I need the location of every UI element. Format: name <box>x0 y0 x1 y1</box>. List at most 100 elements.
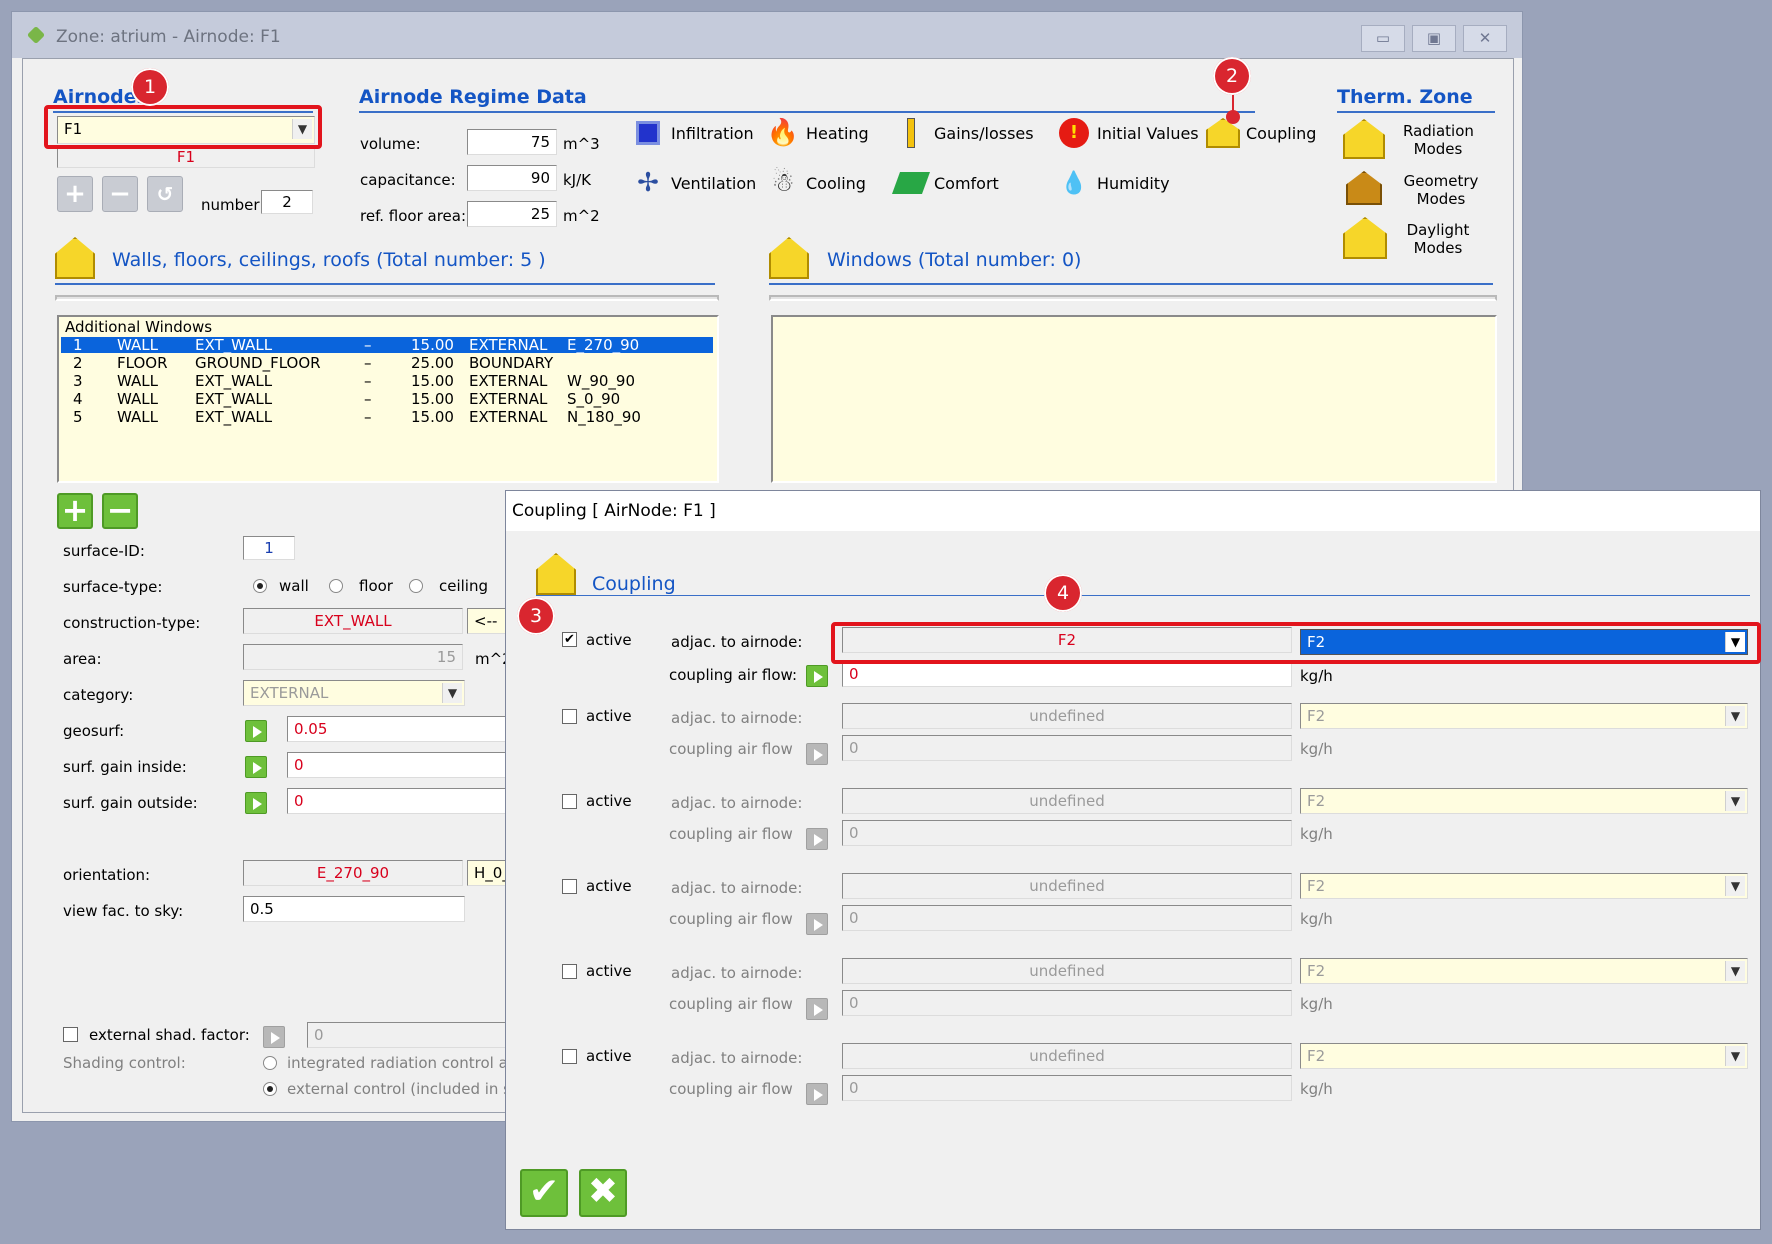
coupling-flow-play-button-6[interactable] <box>806 1083 828 1105</box>
chevron-down-icon[interactable]: ▼ <box>1725 791 1745 811</box>
remove-wall-button[interactable]: − <box>102 493 138 529</box>
coupling-flow-play-button-3[interactable] <box>806 828 828 850</box>
maximize-button[interactable]: ▣ <box>1412 25 1456 52</box>
gain-inside-play-button[interactable] <box>245 756 267 778</box>
therm-zone-divider <box>1337 111 1495 113</box>
chevron-down-icon[interactable]: ▼ <box>1725 706 1745 726</box>
chevron-down-icon[interactable]: ▼ <box>442 683 462 703</box>
shading-integrated-radio[interactable] <box>263 1056 277 1070</box>
shad-play-button[interactable] <box>263 1026 285 1048</box>
initial-values-tool[interactable]: ! Initial Values <box>1055 114 1199 152</box>
geosurf-play-button[interactable] <box>245 720 267 742</box>
external-shad-label: external shad. factor: <box>89 1026 250 1044</box>
adjacent-airnode-field-2: undefined <box>842 703 1292 729</box>
walls-list[interactable]: Additional Windows 1 WALL EXT_WALL – 15.00 EX… <box>57 315 719 483</box>
infiltration-label: Infiltration <box>671 123 754 143</box>
table-cell: WALL <box>117 408 158 426</box>
radiation-modes-label[interactable]: Radiation Modes <box>1403 122 1474 158</box>
coupling-active-checkbox-5[interactable] <box>562 964 577 979</box>
humidity-tool[interactable]: 💧 Humidity <box>1055 164 1169 202</box>
table-row[interactable]: 1 WALL EXT_WALL – 15.00 EXTERNAL E_270_90 <box>61 337 713 353</box>
adjacent-airnode-field-5: undefined <box>842 958 1292 984</box>
table-row[interactable]: 5 WALL EXT_WALL – 15.00 EXTERNAL N_180_90 <box>61 409 713 425</box>
coupling-air-flow-field-1[interactable]: 0 <box>842 661 1292 687</box>
floor-area-field[interactable]: 25 <box>467 201 557 227</box>
surf-gain-inside-field[interactable]: 0 <box>287 752 527 778</box>
adjacent-airnode-field-4: undefined <box>842 873 1292 899</box>
volume-unit: m^3 <box>563 135 600 153</box>
cooling-tool[interactable]: ☃ Cooling <box>764 164 866 202</box>
adjacent-airnode-select-value-5: F2 <box>1307 962 1326 980</box>
coupling-tool[interactable]: Coupling <box>1204 114 1316 152</box>
gain-outside-play-button[interactable] <box>245 792 267 814</box>
minimize-button[interactable]: ▭ <box>1361 25 1405 52</box>
add-airnode-button[interactable]: + <box>57 176 93 212</box>
adjacent-airnode-select-3[interactable]: F2 ▼ <box>1300 788 1748 814</box>
coupling-flow-play-button-4[interactable] <box>806 913 828 935</box>
table-row[interactable]: 3 WALL EXT_WALL – 15.00 EXTERNAL W_90_90 <box>61 373 713 389</box>
coupling-air-flow-label-2: coupling air flow <box>669 740 793 758</box>
category-value: EXTERNAL <box>250 684 329 702</box>
coupling-flow-play-button-5[interactable] <box>806 998 828 1020</box>
table-cell: 5 <box>73 408 83 426</box>
shading-control-label: Shading control: <box>63 1054 186 1072</box>
confirm-check-button[interactable]: ✔ <box>520 1169 568 1217</box>
close-button[interactable]: ✕ <box>1463 25 1507 52</box>
volume-field[interactable]: 75 <box>467 129 557 155</box>
infiltration-icon <box>629 114 667 152</box>
coupling-house-icon <box>536 553 576 595</box>
coupling-air-flow-unit-4: kg/h <box>1300 910 1333 928</box>
table-row[interactable]: 4 WALL EXT_WALL – 15.00 EXTERNAL S_0_90 <box>61 391 713 407</box>
wall-radio[interactable] <box>253 579 267 593</box>
ventilation-tool[interactable]: ✢ Ventilation <box>629 164 756 202</box>
surface-id-field[interactable]: 1 <box>243 536 295 560</box>
surf-gain-outside-field[interactable]: 0 <box>287 788 527 814</box>
comfort-tool[interactable]: Comfort <box>891 164 999 202</box>
adjacent-airnode-select-4[interactable]: F2 ▼ <box>1300 873 1748 899</box>
floor-radio[interactable] <box>329 579 343 593</box>
radiation-house-icon[interactable] <box>1343 119 1385 159</box>
adjacent-airnode-select-6[interactable]: F2 ▼ <box>1300 1043 1748 1069</box>
gains-tool[interactable]: Gains/losses <box>892 114 1034 152</box>
table-row[interactable]: 2 FLOOR GROUND_FLOOR – 25.00 BOUNDARY <box>61 355 713 371</box>
chevron-down-icon[interactable]: ▼ <box>1725 876 1745 896</box>
heating-tool[interactable]: 🔥 Heating <box>764 114 869 152</box>
capacitance-field[interactable]: 90 <box>467 165 557 191</box>
geometry-house-icon[interactable] <box>1346 171 1382 205</box>
windows-list[interactable] <box>771 315 1497 483</box>
coupling-air-flow-unit-3: kg/h <box>1300 825 1333 843</box>
chevron-down-icon[interactable]: ▼ <box>1725 1046 1745 1066</box>
adjacent-airnode-select-5[interactable]: F2 ▼ <box>1300 958 1748 984</box>
windows-separator <box>769 295 1497 301</box>
coupling-active-checkbox-1[interactable]: ✔ <box>562 632 577 647</box>
coupling-active-checkbox-6[interactable] <box>562 1049 577 1064</box>
cancel-x-button[interactable]: ✖ <box>579 1169 627 1217</box>
chevron-down-icon[interactable]: ▼ <box>1725 961 1745 981</box>
geosurf-field[interactable]: 0.05 <box>287 716 527 742</box>
add-wall-button[interactable]: + <box>57 493 93 529</box>
shading-external-radio[interactable] <box>263 1082 277 1096</box>
floor-radio-label: floor <box>359 577 393 595</box>
daylight-house-icon[interactable] <box>1343 217 1387 259</box>
table-cell: – <box>364 372 372 390</box>
regime-divider <box>359 111 1255 113</box>
coupling-active-checkbox-4[interactable] <box>562 879 577 894</box>
coupling-active-checkbox-2[interactable] <box>562 709 577 724</box>
view-factor-field[interactable]: 0.5 <box>243 896 465 922</box>
daylight-modes-label[interactable]: Daylight Modes <box>1403 221 1473 257</box>
number-field[interactable]: 2 <box>261 190 313 214</box>
geometry-modes-label[interactable]: Geometry Modes <box>1403 172 1479 208</box>
adjacent-airnode-select-2[interactable]: F2 ▼ <box>1300 703 1748 729</box>
cooling-label: Cooling <box>806 173 866 193</box>
heating-label: Heating <box>806 123 869 143</box>
infiltration-tool[interactable]: Infiltration <box>629 114 754 152</box>
remove-airnode-button[interactable]: − <box>102 176 138 212</box>
external-shad-checkbox[interactable] <box>63 1027 78 1042</box>
category-select[interactable]: EXTERNAL ▼ <box>243 680 465 706</box>
coupling-flow-play-button-2[interactable] <box>806 743 828 765</box>
rename-airnode-button[interactable]: ↺ <box>147 176 183 212</box>
ceiling-radio[interactable] <box>409 579 423 593</box>
coupling-flow-play-button-1[interactable] <box>806 665 828 687</box>
coupling-active-checkbox-3[interactable] <box>562 794 577 809</box>
therm-zone-title: Therm. Zone <box>1337 86 1473 108</box>
